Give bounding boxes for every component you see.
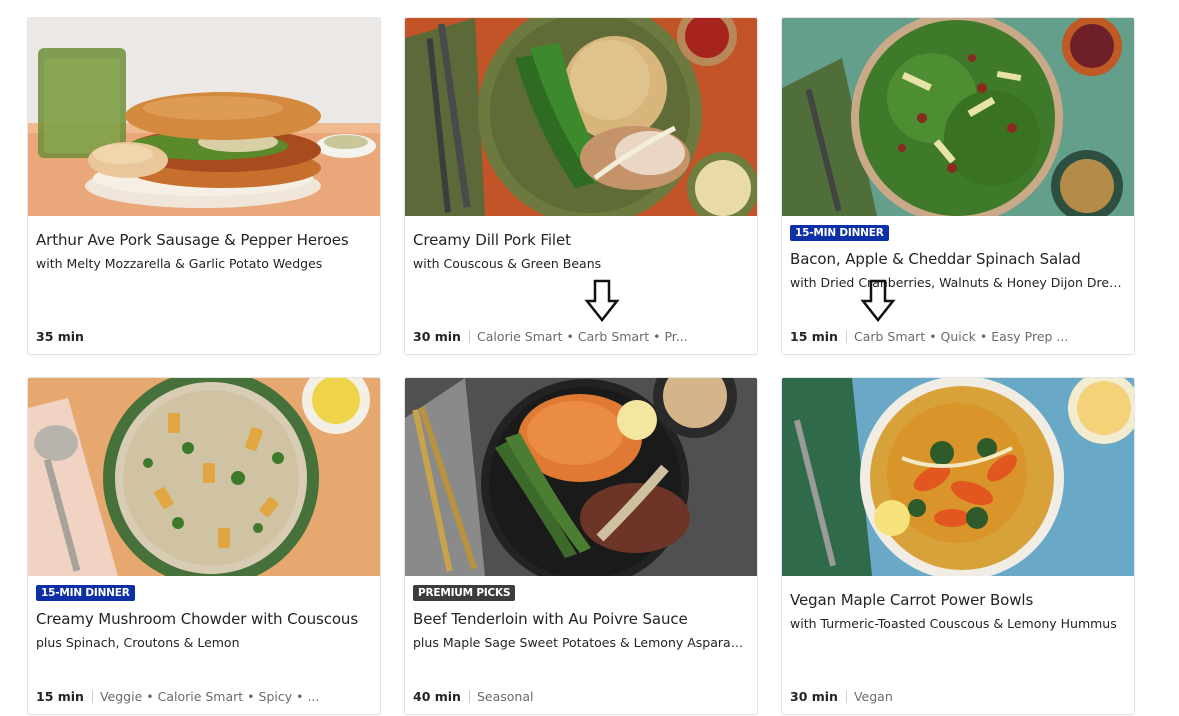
meta-divider <box>468 330 470 343</box>
recipe-meta: 40 min Seasonal <box>413 688 749 706</box>
recipe-title[interactable]: Bacon, Apple & Cheddar Spinach Salad <box>790 249 1126 269</box>
recipe-tags: Carb Smart • Quick • Easy Prep ... <box>853 329 1069 344</box>
recipe-meta: 35 min <box>36 328 372 346</box>
recipe-title[interactable]: Creamy Mushroom Chowder with Couscous <box>36 609 372 629</box>
recipe-title[interactable]: Beef Tenderloin with Au Poivre Sauce <box>413 609 749 629</box>
cook-time: 40 min <box>413 689 461 704</box>
recipe-subtitle: with Melty Mozzarella & Garlic Potato We… <box>36 256 323 271</box>
meta-divider <box>91 690 93 703</box>
meta-divider <box>845 690 847 703</box>
recipe-tags: Calorie Smart • Carb Smart • Pr... <box>476 329 688 344</box>
cook-time: 30 min <box>790 689 838 704</box>
recipe-image[interactable] <box>782 378 1134 576</box>
badge-15-min-dinner: 15-MIN DINNER <box>36 585 135 601</box>
recipe-card[interactable]: Arthur Ave Pork Sausage & Pepper Heroes … <box>27 17 381 355</box>
recipe-card[interactable]: PREMIUM PICKS Beef Tenderloin with Au Po… <box>404 377 758 715</box>
recipe-tags: Veggie • Calorie Smart • Spicy • ... <box>99 689 320 704</box>
cook-time: 15 min <box>790 329 838 344</box>
recipe-image[interactable] <box>28 18 380 216</box>
badge-15-min-dinner: 15-MIN DINNER <box>790 225 889 241</box>
recipe-card[interactable]: Vegan Maple Carrot Power Bowls with Turm… <box>781 377 1135 715</box>
recipe-tags: Vegan <box>853 689 893 704</box>
recipe-meta: 15 min Carb Smart • Quick • Easy Prep ... <box>790 328 1126 346</box>
badge-premium-picks: PREMIUM PICKS <box>413 585 516 601</box>
down-arrow-icon <box>584 279 620 323</box>
recipe-image[interactable] <box>782 18 1134 216</box>
cook-time: 30 min <box>413 329 461 344</box>
down-arrow-icon <box>860 279 896 323</box>
recipe-card[interactable]: 15-MIN DINNER Bacon, Apple & Cheddar Spi… <box>781 17 1135 355</box>
meta-divider <box>468 690 470 703</box>
recipe-meta: 15 min Veggie • Calorie Smart • Spicy • .… <box>36 688 372 706</box>
recipe-meta: 30 min Vegan <box>790 688 1126 706</box>
recipe-title[interactable]: Creamy Dill Pork Filet <box>413 230 749 250</box>
recipe-subtitle: plus Spinach, Croutons & Lemon <box>36 635 240 650</box>
recipe-image[interactable] <box>405 378 757 576</box>
cook-time: 35 min <box>36 329 84 344</box>
recipe-card[interactable]: 15-MIN DINNER Creamy Mushroom Chowder wi… <box>27 377 381 715</box>
recipe-subtitle: plus Maple Sage Sweet Potatoes & Lemony … <box>413 635 749 650</box>
recipe-image[interactable] <box>405 18 757 216</box>
recipe-meta: 30 min Calorie Smart • Carb Smart • Pr... <box>413 328 749 346</box>
recipe-image[interactable] <box>28 378 380 576</box>
recipe-card[interactable]: Creamy Dill Pork Filet with Couscous & G… <box>404 17 758 355</box>
recipe-title[interactable]: Vegan Maple Carrot Power Bowls <box>790 590 1126 610</box>
recipe-subtitle: with Dried Cranberries, Walnuts & Honey … <box>790 275 1126 290</box>
recipe-subtitle: with Couscous & Green Beans <box>413 256 602 271</box>
cook-time: 15 min <box>36 689 84 704</box>
recipe-title[interactable]: Arthur Ave Pork Sausage & Pepper Heroes <box>36 230 372 250</box>
meta-divider <box>845 330 847 343</box>
recipe-tags: Seasonal <box>476 689 534 704</box>
recipe-subtitle: with Turmeric-Toasted Couscous & Lemony … <box>790 616 1117 631</box>
